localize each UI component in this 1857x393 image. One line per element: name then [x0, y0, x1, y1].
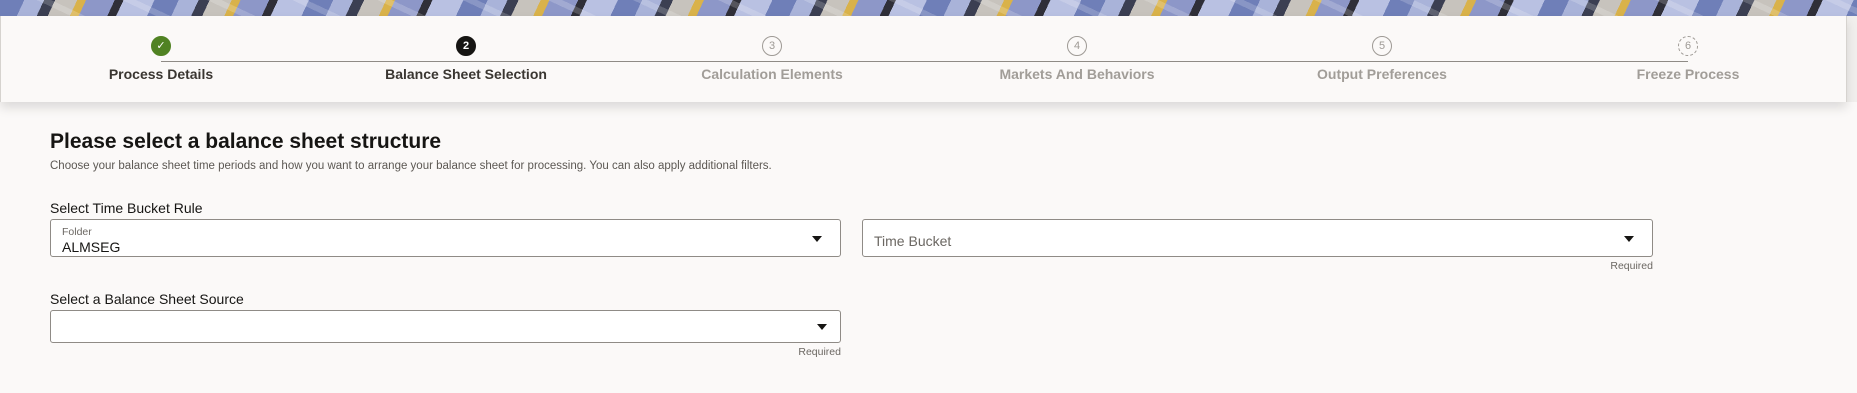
- page-title: Please select a balance sheet structure: [50, 130, 442, 153]
- step-output-preferences[interactable]: 5 Output Preferences: [1262, 36, 1502, 82]
- step-markets-and-behaviors[interactable]: 4 Markets And Behaviors: [957, 36, 1197, 82]
- folder-select[interactable]: Folder ALMSEG: [50, 219, 841, 257]
- step-label: Freeze Process: [1636, 66, 1740, 82]
- chevron-down-icon[interactable]: [1624, 236, 1634, 242]
- main-content: Please select a balance sheet structure …: [0, 102, 1857, 393]
- balance-sheet-source-select[interactable]: [50, 310, 841, 343]
- step-number-badge: 6: [1678, 36, 1698, 56]
- header-banner-decoration: [0, 0, 1857, 16]
- step-label: Output Preferences: [1317, 66, 1447, 82]
- step-number-badge: 4: [1067, 36, 1087, 56]
- balance-sheet-source-label: Select a Balance Sheet Source: [50, 291, 244, 307]
- step-balance-sheet-selection[interactable]: 2 Balance Sheet Selection: [346, 36, 586, 82]
- time-bucket-placeholder: Time Bucket: [874, 233, 952, 249]
- chevron-down-icon[interactable]: [817, 324, 827, 330]
- step-label: Calculation Elements: [701, 66, 843, 82]
- step-label: Process Details: [108, 66, 214, 82]
- step-label: Markets And Behaviors: [999, 66, 1155, 82]
- step-train: ✓ Process Details 2 Balance Sheet Select…: [0, 16, 1847, 102]
- folder-select-value: ALMSEG: [62, 239, 121, 255]
- time-bucket-select[interactable]: Time Bucket: [862, 219, 1653, 257]
- step-number-badge: 3: [762, 36, 782, 56]
- step-calculation-elements[interactable]: 3 Calculation Elements: [652, 36, 892, 82]
- step-number-badge: 5: [1372, 36, 1392, 56]
- step-freeze-process[interactable]: 6 Freeze Process: [1568, 36, 1808, 82]
- chevron-down-icon[interactable]: [812, 236, 822, 242]
- step-complete-check-icon: ✓: [151, 36, 171, 56]
- step-label: Balance Sheet Selection: [385, 66, 547, 82]
- time-bucket-required-hint: Required: [1610, 260, 1653, 272]
- balance-sheet-source-required-hint: Required: [798, 346, 841, 358]
- step-process-details[interactable]: ✓ Process Details: [41, 36, 281, 82]
- page-subtitle: Choose your balance sheet time periods a…: [50, 160, 772, 172]
- time-bucket-rule-label: Select Time Bucket Rule: [50, 200, 203, 216]
- folder-select-label: Folder: [62, 226, 92, 238]
- step-number-badge: 2: [456, 36, 476, 56]
